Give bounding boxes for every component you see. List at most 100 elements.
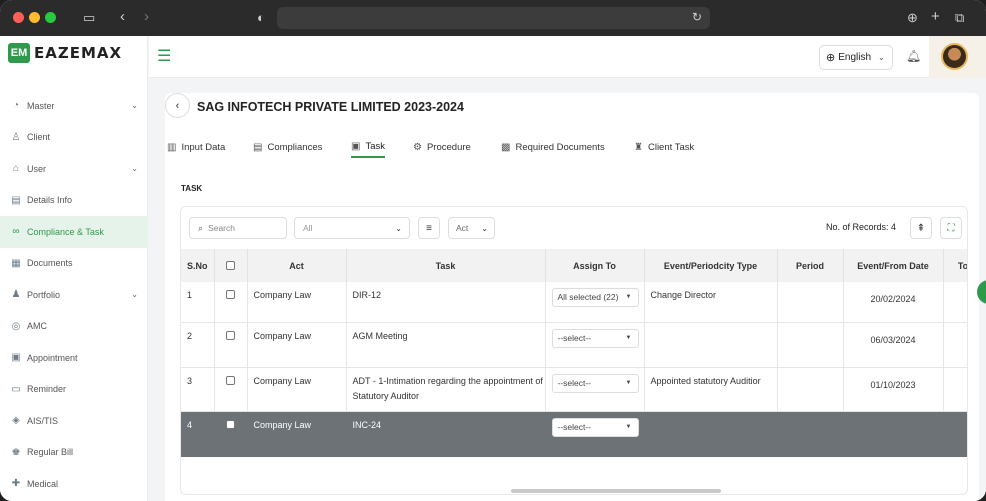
- column-header[interactable]: Assign To: [545, 249, 645, 282]
- table-row[interactable]: 2 Company Law AGM Meeting --select-- ▼ 0…: [181, 322, 967, 368]
- sidebar-item-details-info[interactable]: ▤ Details Info: [0, 185, 148, 217]
- assign-to-value: --select--: [557, 332, 592, 343]
- cell-event: [644, 322, 778, 368]
- cell-sno: 4: [181, 411, 215, 457]
- cell-from-date: 01/10/2023: [843, 367, 944, 412]
- address-bar[interactable]: ↻: [277, 7, 710, 29]
- sidebar-toggle-icon[interactable]: ▭: [83, 11, 95, 25]
- new-tab-icon[interactable]: +: [931, 9, 940, 24]
- cell-period: [777, 322, 844, 368]
- sidebar-item-regular-bill[interactable]: ♚ Regular Bill: [0, 437, 148, 469]
- profile-area[interactable]: [929, 36, 986, 78]
- cell-task: DIR-12: [346, 282, 546, 323]
- browser-window: ▭ ‹ › ◐ ↻ ⊕ + ⧉ EM EAZEMAX ◔ Master ⌄ ♙: [0, 0, 986, 501]
- column-filter-button[interactable]: ⇞: [910, 217, 932, 239]
- maximize-window-button[interactable]: [45, 12, 56, 23]
- tab-client-task[interactable]: ♜ Client Task: [634, 136, 694, 158]
- reminder-icon: ▭: [11, 383, 21, 395]
- column-header[interactable]: Period: [777, 249, 844, 282]
- tab-label: Required Documents: [515, 141, 605, 153]
- folder-icon: ▦: [11, 257, 21, 269]
- assign-to-select[interactable]: --select-- ▼: [551, 328, 639, 348]
- row-checkbox[interactable]: [226, 330, 235, 340]
- cell-from-date: 06/03/2024: [843, 322, 944, 368]
- tabs-overview-icon[interactable]: ⧉: [955, 11, 964, 25]
- person-icon: ♙: [11, 131, 21, 143]
- row-checkbox[interactable]: [226, 290, 235, 299]
- minimize-window-button[interactable]: [29, 12, 40, 23]
- row-checkbox[interactable]: [226, 375, 235, 385]
- sidebar-item-portfolio[interactable]: ♟ Portfolio ⌄: [0, 279, 148, 311]
- column-header[interactable]: To Date: [943, 249, 967, 282]
- table-row[interactable]: 1 Company Law DIR-12 All selected (22) ▼: [181, 282, 967, 323]
- column-header[interactable]: Event/From Date: [843, 249, 944, 282]
- tab-compliances[interactable]: ▤ Compliances: [253, 136, 322, 158]
- table-row-selected[interactable]: 4 Company Law INC-24 --select-- ▼: [181, 411, 967, 457]
- sidebar-item-amc[interactable]: ◎ AMC: [0, 311, 148, 343]
- fullscreen-button[interactable]: ⛶: [940, 217, 962, 239]
- chevron-down-icon: ⌄: [395, 223, 402, 233]
- sidebar-item-reminder[interactable]: ▭ Reminder: [0, 374, 148, 406]
- forward-nav-icon[interactable]: ›: [144, 9, 149, 24]
- task-table: S.No Act Task Assign To Event/Periodcity…: [181, 249, 967, 485]
- tab-procedure[interactable]: ⚙︎ Procedure: [413, 136, 471, 158]
- menu-toggle-icon[interactable]: ☰: [157, 49, 171, 65]
- shield-icon[interactable]: ◐: [257, 11, 265, 25]
- status-select[interactable]: All ⌄: [294, 217, 410, 239]
- page-title: SAG INFOTECH PRIVATE LIMITED 2023-2024: [197, 100, 464, 114]
- assign-to-select[interactable]: --select-- ▼: [551, 417, 639, 437]
- assign-to-select[interactable]: All selected (22) ▼: [551, 288, 639, 307]
- column-header-select-all[interactable]: [214, 249, 248, 282]
- cell-task: AGM Meeting: [346, 322, 546, 368]
- cell-task: INC-24: [346, 411, 546, 457]
- column-header[interactable]: Act: [247, 249, 347, 282]
- sidebar-item-label: Details Info: [27, 195, 73, 206]
- row-checkbox[interactable]: [226, 419, 235, 429]
- tab-label: Procedure: [426, 141, 471, 153]
- logo[interactable]: EM EAZEMAX: [8, 43, 122, 63]
- language-select[interactable]: ⊕ English ⌄: [819, 45, 893, 70]
- documents-icon: ▩: [501, 141, 511, 153]
- sidebar-item-appointment[interactable]: ▣ Appointment: [0, 342, 148, 374]
- content-card: ‹ SAG INFOTECH PRIVATE LIMITED 2023-2024…: [165, 93, 979, 501]
- chevron-down-icon: ⌄: [131, 101, 138, 111]
- select-all-checkbox[interactable]: [226, 261, 235, 270]
- back-button[interactable]: ‹: [165, 93, 190, 118]
- table-row[interactable]: 3 Company Law ADT - 1-Intimation regardi…: [181, 367, 967, 412]
- bell-icon[interactable]: 🔔︎: [906, 49, 921, 63]
- calendar-icon: ▣: [11, 352, 21, 364]
- reload-icon[interactable]: ↻: [692, 10, 702, 24]
- sidebar-item-medical[interactable]: ✚ Medical: [0, 468, 148, 500]
- tab-required-documents[interactable]: ▩ Required Documents: [501, 136, 605, 158]
- document-icon: ▤: [11, 194, 21, 206]
- search-placeholder: Search: [208, 223, 235, 233]
- language-label: English: [838, 52, 872, 63]
- cell-from-date: [843, 411, 944, 457]
- tab-input-data[interactable]: ▥ Input Data: [167, 136, 225, 158]
- back-nav-icon[interactable]: ‹: [120, 9, 125, 24]
- act-select[interactable]: Act ⌄: [448, 217, 495, 239]
- search-input[interactable]: ⌕ Search: [189, 217, 287, 239]
- column-header[interactable]: Event/Periodcity Type: [644, 249, 778, 282]
- horizontal-scrollbar[interactable]: [511, 489, 721, 493]
- sidebar-item-master[interactable]: ◔ Master ⌄: [0, 90, 148, 122]
- search-icon: ⌕: [198, 222, 204, 233]
- download-icon[interactable]: ⊕: [907, 11, 918, 25]
- sidebar-item-ais-tis[interactable]: ◈ AIS/TIS: [0, 405, 148, 437]
- sidebar-item-client[interactable]: ♙ Client: [0, 122, 148, 154]
- browser-toolbar: ▭ ‹ › ◐ ↻ ⊕ + ⧉: [0, 0, 986, 36]
- cell-from-date: 20/02/2024: [843, 282, 944, 323]
- avatar[interactable]: [941, 43, 968, 70]
- sidebar-item-user[interactable]: ⌂ User ⌄: [0, 153, 148, 185]
- filter-button[interactable]: ≡: [418, 217, 440, 239]
- sidebar-item-compliance-task[interactable]: ∞ Compliance & Task: [0, 216, 148, 248]
- column-header[interactable]: S.No: [181, 249, 215, 282]
- column-header[interactable]: Task: [346, 249, 546, 282]
- assign-to-select[interactable]: --select-- ▼: [551, 373, 639, 393]
- close-window-button[interactable]: [13, 12, 24, 23]
- cell-checkbox: [214, 367, 248, 412]
- sidebar-item-label: Client: [27, 132, 51, 143]
- sidebar-item-documents[interactable]: ▦ Documents: [0, 248, 148, 280]
- tab-task[interactable]: ▣ Task: [351, 136, 385, 158]
- sidebar: EM EAZEMAX ◔ Master ⌄ ♙ Client ⌂ User ⌄: [0, 36, 148, 501]
